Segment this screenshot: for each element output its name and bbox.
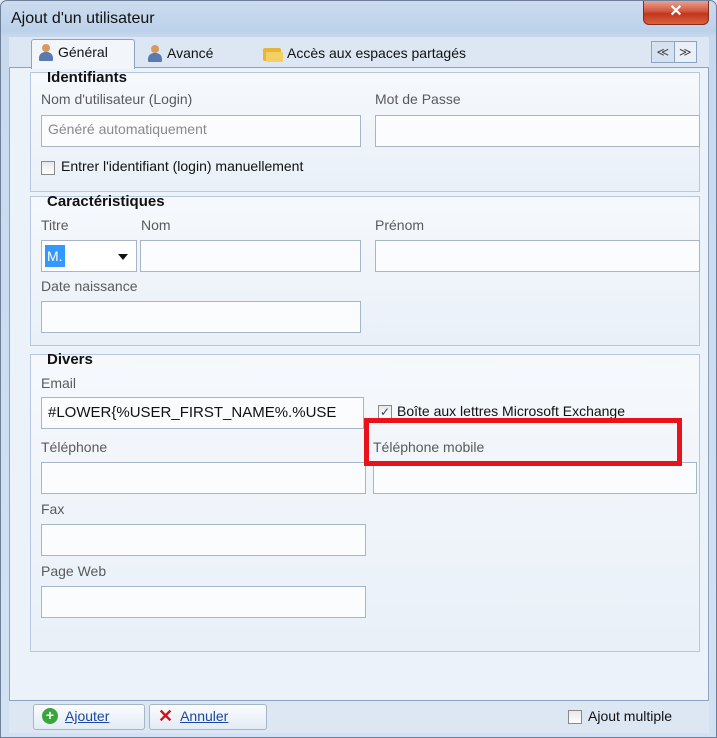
- page-web-field[interactable]: [41, 586, 366, 618]
- window-title: Ajout d'un utilisateur: [11, 10, 155, 27]
- tab-scroll-buttons: ≪ ≫: [651, 41, 697, 63]
- titre-select[interactable]: M.: [41, 240, 137, 272]
- titre-label: Titre: [41, 217, 69, 233]
- exchange-highlight-box: [364, 418, 682, 466]
- add-button[interactable]: + Ajouter: [33, 704, 145, 730]
- cancel-icon: ✕: [158, 706, 174, 726]
- dialog-window: Ajout d'un utilisateur ✕ Général Avancé …: [0, 0, 717, 738]
- tab-label: Général: [58, 44, 108, 60]
- fax-field[interactable]: [41, 524, 366, 556]
- group-identifiants: Identifiants Nom d'utilisateur (Login) G…: [30, 69, 700, 192]
- tab-label: Avancé: [167, 45, 214, 61]
- titre-selected-value: M.: [45, 245, 65, 267]
- manual-login-label: Entrer l'identifiant (login) manuellemen…: [61, 158, 304, 174]
- ajout-multiple-checkbox[interactable]: [568, 710, 582, 724]
- dialog-client: Général Avancé Accès aux espaces partagé…: [9, 37, 709, 701]
- close-button[interactable]: ✕: [643, 1, 709, 25]
- cancel-button-label: Annuler: [180, 708, 229, 724]
- prenom-field[interactable]: [375, 240, 700, 272]
- chevron-right-icon: ≫: [678, 45, 692, 59]
- user-icon: [38, 44, 54, 62]
- telephone-field[interactable]: [41, 462, 366, 494]
- login-label: Nom d'utilisateur (Login): [41, 91, 193, 107]
- tab-acces-espaces[interactable]: Accès aux espaces partagés: [257, 41, 517, 67]
- nom-label: Nom: [141, 217, 171, 233]
- exchange-label: Boîte aux lettres Microsoft Exchange: [397, 403, 625, 419]
- chevron-left-icon: ≪: [656, 45, 670, 59]
- button-bar: + Ajouter ✕ Annuler Ajout multiple: [9, 701, 709, 733]
- dropdown-arrow-icon: [118, 254, 128, 260]
- group-divers: Divers Email #LOWER{%USER_FIRST_NAME%.%U…: [30, 351, 700, 652]
- close-icon: ✕: [669, 3, 683, 20]
- manual-login-checkbox[interactable]: [41, 161, 55, 175]
- ajout-multiple-label: Ajout multiple: [588, 708, 673, 724]
- tab-label: Accès aux espaces partagés: [287, 45, 466, 61]
- nom-field[interactable]: [140, 240, 361, 272]
- tab-scroll-right-button[interactable]: ≫: [675, 42, 697, 62]
- group-title: Caractéristiques: [47, 193, 165, 210]
- prenom-label: Prénom: [375, 217, 425, 233]
- user-icon: [147, 45, 163, 63]
- email-label: Email: [41, 375, 77, 391]
- tab-avance[interactable]: Avancé: [141, 41, 241, 67]
- tab-scroll-left-button[interactable]: ≪: [652, 42, 675, 62]
- email-field[interactable]: #LOWER{%USER_FIRST_NAME%.%USE: [41, 397, 364, 429]
- tab-panel-general: Identifiants Nom d'utilisateur (Login) G…: [9, 67, 709, 701]
- page-web-label: Page Web: [41, 563, 107, 579]
- checkmark-icon: ✓: [379, 405, 391, 419]
- tab-strip: Général Avancé Accès aux espaces partagé…: [9, 37, 709, 69]
- folder-icon: [263, 46, 283, 62]
- date-naissance-label: Date naissance: [41, 278, 138, 294]
- password-field[interactable]: [375, 115, 700, 147]
- group-caracteristiques: Caractéristiques Titre M. Nom Prénom Dat…: [30, 193, 700, 346]
- group-title: Identifiants: [47, 69, 128, 86]
- telephone-label: Téléphone: [41, 439, 108, 455]
- telephone-mobile-field[interactable]: [373, 462, 697, 494]
- title-bar[interactable]: Ajout d'un utilisateur ✕: [1, 1, 716, 37]
- cancel-button[interactable]: ✕ Annuler: [149, 704, 267, 730]
- date-naissance-field[interactable]: [41, 301, 361, 333]
- exchange-checkbox[interactable]: ✓: [378, 405, 392, 419]
- fax-label: Fax: [41, 501, 65, 517]
- tab-general[interactable]: Général: [31, 39, 135, 69]
- group-title: Divers: [47, 351, 93, 368]
- add-button-label: Ajouter: [65, 708, 110, 724]
- login-field[interactable]: Généré automatiquement: [41, 115, 361, 147]
- password-label: Mot de Passe: [375, 91, 461, 107]
- add-icon: +: [42, 708, 58, 724]
